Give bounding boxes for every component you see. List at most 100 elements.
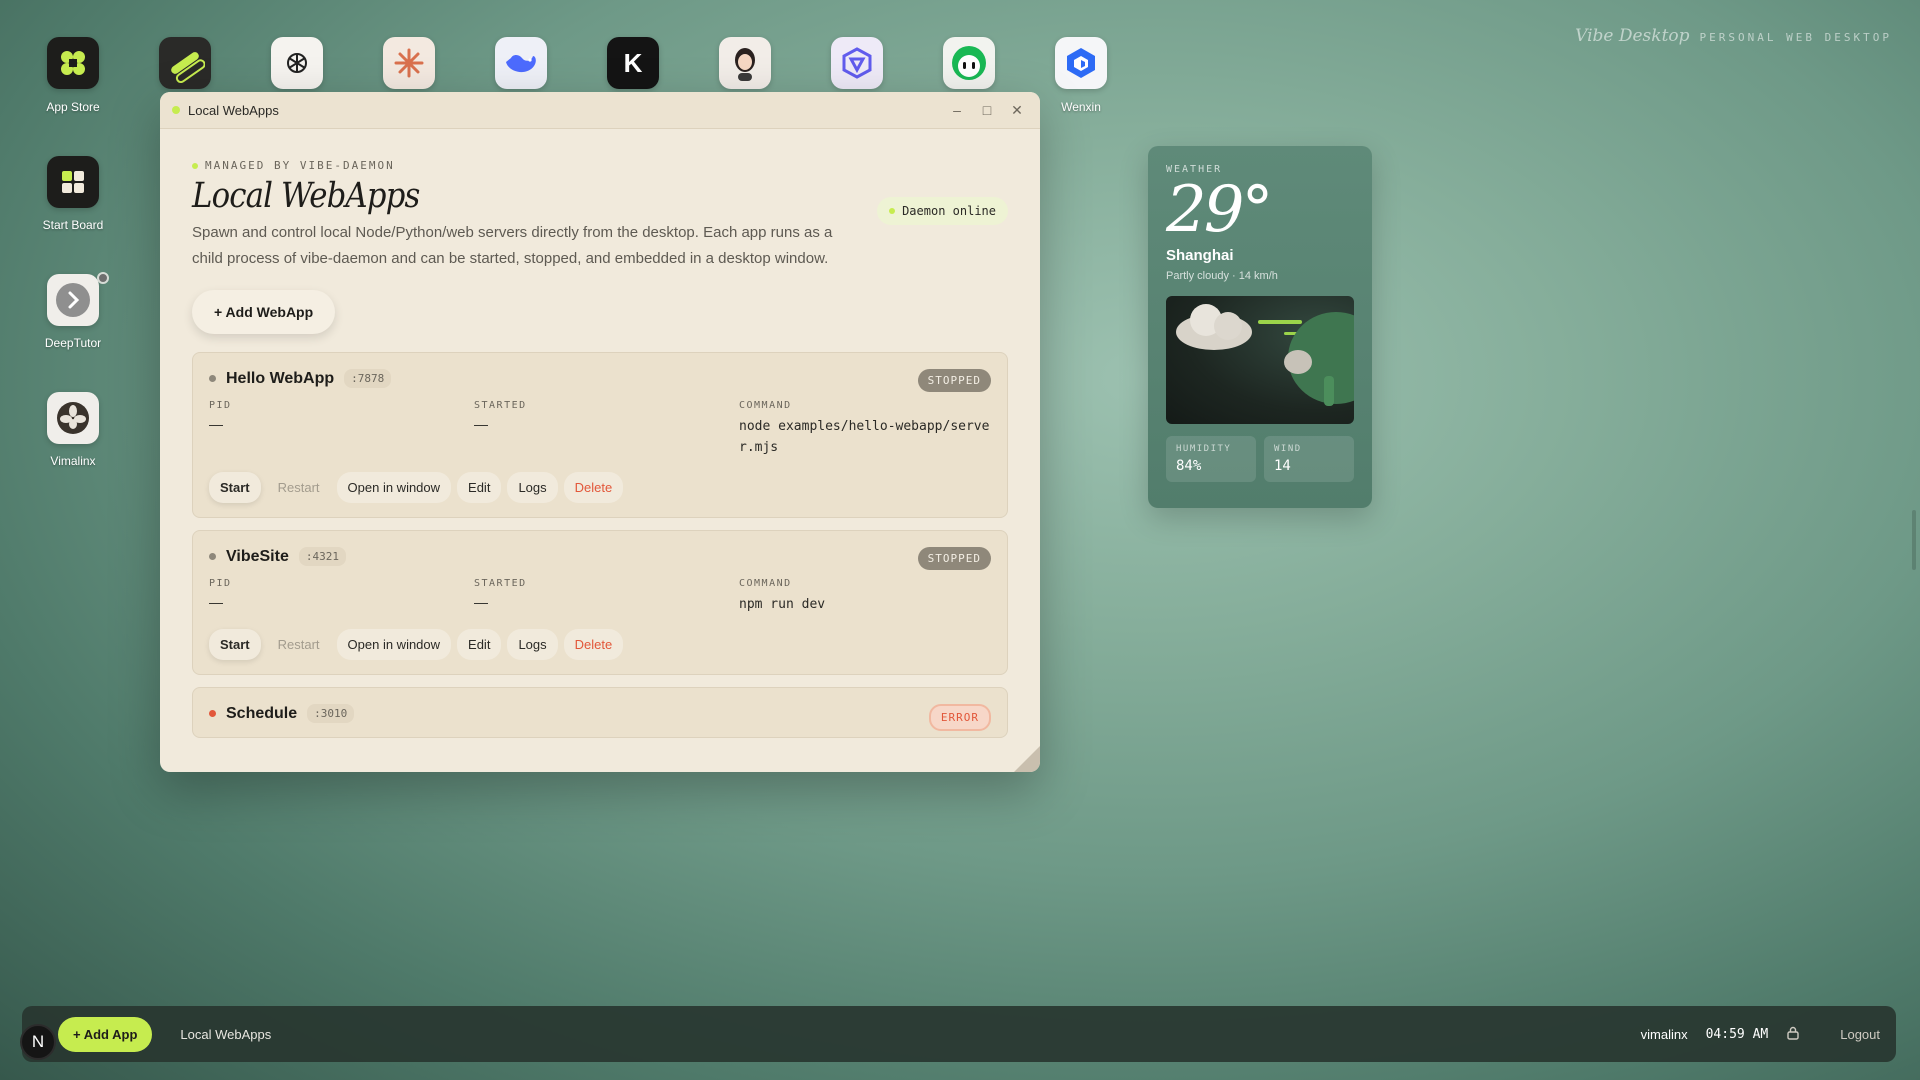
humidity-value: 84% (1176, 458, 1202, 474)
daemon-status-label: Daemon online (902, 204, 996, 218)
kimi-icon[interactable]: K (607, 37, 659, 89)
weather-condition: Partly cloudy · 14 km/h (1166, 270, 1278, 282)
open-in-window-button[interactable]: Open in window (336, 629, 452, 660)
wind-value: 14 (1274, 458, 1291, 474)
status-dot (209, 553, 216, 560)
webapp-card: Schedule :3010 ERROR (192, 687, 1008, 738)
page-title: Local WebApps (192, 176, 420, 216)
app-name: VibeSite (226, 547, 289, 565)
daemon-status-badge: Daemon online (877, 197, 1008, 225)
humidity-label: HUMIDITY (1176, 444, 1232, 454)
green-dot (192, 162, 198, 169)
restart-button[interactable]: Restart (267, 629, 331, 660)
notification-badge (97, 272, 109, 284)
window-status-dot (172, 106, 180, 114)
taskbar: + Add App Local WebApps vimalinx 04:59 A… (22, 1006, 1896, 1062)
page-description: Spawn and control local Node/Python/web … (192, 224, 833, 267)
pid-label: PID (209, 578, 232, 589)
start-board-icon (47, 156, 99, 208)
edit-button[interactable]: Edit (457, 629, 502, 660)
clock: 04:59 AM (1705, 1026, 1769, 1042)
window-title: Local WebApps (188, 102, 279, 118)
avatar[interactable]: N (20, 1024, 56, 1060)
pid-value: — (209, 594, 223, 610)
pid-label: PID (209, 400, 232, 411)
start-button[interactable]: Start (209, 629, 261, 660)
status-badge: STOPPED (917, 369, 991, 392)
delete-button[interactable]: Delete (563, 629, 624, 660)
add-app-button[interactable]: + Add App (58, 1016, 153, 1052)
managed-by: MANAGED BY VIBE-DAEMON (192, 159, 1008, 172)
sidebar-label: Vimalinx (50, 454, 96, 468)
wind-label: WIND (1274, 444, 1302, 454)
brand-tagline: PERSONAL WEB DESKTOP (1699, 31, 1892, 44)
app-store-icon (47, 37, 99, 89)
app-name: Hello WebApp (226, 369, 335, 387)
pid-value: — (209, 416, 223, 432)
webapp-card: Hello WebApp :7878 STOPPED PID — STARTED —… (192, 352, 1008, 518)
app-port: :3010 (307, 704, 355, 723)
webapp-card: VibeSite :4321 STOPPED PID — STARTED — COM… (192, 530, 1008, 675)
command-label: COMMAND (739, 578, 792, 589)
taskbar-item-local-webapps[interactable]: Local WebApps (180, 1027, 271, 1042)
weather-illustration (1166, 296, 1354, 424)
app-name: Schedule (226, 704, 298, 722)
status-badge: ERROR (928, 704, 991, 731)
link-icon[interactable] (159, 37, 211, 89)
window-content: MANAGED BY VIBE-DAEMON Local WebApps Spa… (160, 129, 1040, 772)
app-port: :4321 (298, 547, 346, 566)
brand: Vibe Desktop PERSONAL WEB DESKTOP (1575, 26, 1892, 46)
start-button[interactable]: Start (209, 472, 261, 503)
robot-icon[interactable] (943, 37, 995, 89)
weather-city: Shanghai (1166, 247, 1234, 264)
deeptutor-icon (47, 274, 99, 326)
maximize-icon[interactable]: □ (976, 99, 998, 121)
wind-stat: WIND 14 (1264, 436, 1354, 482)
sidebar-label: DeepTutor (44, 336, 102, 350)
weather-widget: WEATHER 29° Shanghai Partly cloudy · 14 … (1148, 146, 1372, 508)
command-value: npm run dev (739, 597, 826, 612)
minimize-icon[interactable]: – (946, 99, 968, 121)
add-webapp-button[interactable]: + Add WebApp (192, 290, 336, 334)
started-value: — (474, 416, 488, 432)
dock-label: Wenxin (1061, 100, 1101, 114)
claude-icon[interactable] (383, 37, 435, 89)
managed-by-label: MANAGED BY VIBE-DAEMON (205, 159, 395, 172)
local-webapps-window: Local WebApps – □ ✕ MANAGED BY VIBE-DAEM… (160, 92, 1040, 772)
resize-handle[interactable] (1014, 746, 1040, 772)
cloud-icon (1176, 304, 1354, 406)
brand-name: Vibe Desktop (1575, 26, 1690, 46)
app-port: :7878 (344, 369, 392, 388)
qwen-icon[interactable] (831, 37, 883, 89)
lock-icon[interactable] (1786, 1026, 1800, 1043)
deepseek-icon[interactable] (495, 37, 547, 89)
humidity-stat: HUMIDITY 84% (1166, 436, 1256, 482)
logout-button[interactable]: Logout (1840, 1027, 1880, 1042)
command-value: node examples/hello-webapp/server.mjs (739, 419, 990, 455)
sidebar-label: Start Board (42, 218, 104, 232)
delete-button[interactable]: Delete (563, 472, 624, 503)
started-value: — (474, 594, 488, 610)
dock-label: App Store (46, 100, 100, 114)
close-icon[interactable]: ✕ (1006, 99, 1028, 121)
vimalinx-icon (47, 392, 99, 444)
page-scrollbar[interactable] (1912, 510, 1916, 570)
started-label: STARTED (474, 578, 527, 589)
green-dot (889, 208, 896, 214)
status-badge: STOPPED (917, 547, 991, 570)
wenxin-icon (1055, 37, 1107, 89)
weather-temp: 29° (1166, 173, 1273, 247)
started-label: STARTED (474, 400, 527, 411)
logs-button[interactable]: Logs (507, 472, 558, 503)
logs-button[interactable]: Logs (507, 629, 558, 660)
window-titlebar[interactable]: Local WebApps – □ ✕ (160, 92, 1040, 129)
status-dot (209, 710, 216, 717)
edit-button[interactable]: Edit (457, 472, 502, 503)
chatgpt-icon[interactable] (271, 37, 323, 89)
open-in-window-button[interactable]: Open in window (336, 472, 452, 503)
command-label: COMMAND (739, 400, 792, 411)
restart-button[interactable]: Restart (267, 472, 331, 503)
status-dot (209, 375, 216, 382)
avatar-icon[interactable] (719, 37, 771, 89)
user-name: vimalinx (1640, 1026, 1688, 1042)
